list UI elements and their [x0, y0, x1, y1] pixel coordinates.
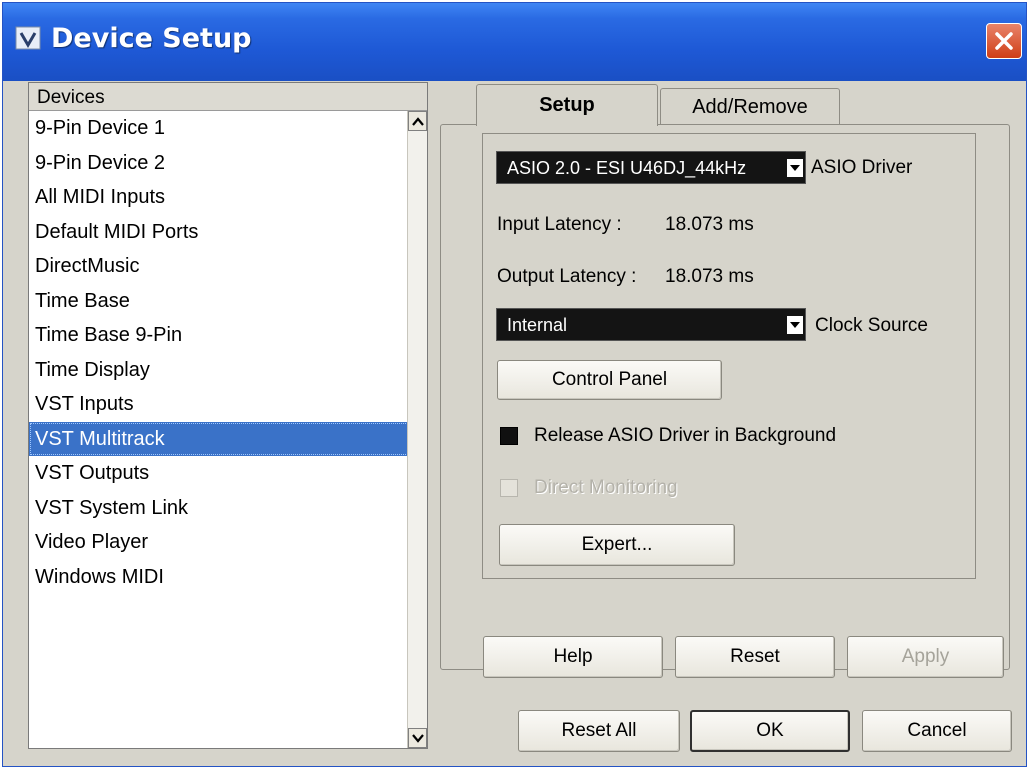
cancel-button[interactable]: Cancel — [862, 710, 1012, 752]
direct-monitoring-checkbox — [500, 479, 518, 497]
close-button[interactable] — [986, 23, 1022, 59]
clock-source-label: Clock Source — [815, 315, 928, 336]
help-button[interactable]: Help — [483, 636, 663, 678]
setup-group-box — [482, 133, 976, 579]
chevron-down-icon — [412, 734, 424, 743]
asio-driver-select[interactable]: ASIO 2.0 - ESI U46DJ_44kHz — [496, 151, 806, 184]
apply-button: Apply — [847, 636, 1004, 678]
device-item[interactable]: Default MIDI Ports — [29, 215, 415, 250]
ok-button[interactable]: OK — [690, 710, 850, 752]
asio-driver-label: ASIO Driver — [811, 157, 913, 178]
expert-button[interactable]: Expert... — [499, 524, 735, 566]
device-item[interactable]: VST Outputs — [29, 456, 415, 491]
title-bar[interactable]: Device Setup — [3, 3, 1026, 81]
release-driver-checkbox[interactable] — [500, 427, 518, 445]
input-latency-value: 18.073 ms — [665, 214, 754, 235]
chevron-up-icon — [412, 117, 424, 126]
output-latency-value: 18.073 ms — [665, 266, 754, 287]
reset-button[interactable]: Reset — [675, 636, 835, 678]
device-list: 9-Pin Device 1 9-Pin Device 2 All MIDI Inp… — [29, 111, 415, 594]
device-item[interactable]: VST System Link — [29, 491, 415, 526]
device-item[interactable]: Time Display — [29, 353, 415, 388]
device-item[interactable]: VST Inputs — [29, 387, 415, 422]
scroll-down-button[interactable] — [408, 728, 427, 748]
devices-header: Devices — [29, 83, 427, 111]
input-latency-label: Input Latency : — [497, 214, 622, 235]
asio-driver-value: ASIO 2.0 - ESI U46DJ_44kHz — [507, 158, 747, 178]
clock-source-value: Internal — [507, 315, 568, 335]
close-icon — [995, 32, 1013, 50]
tab-setup[interactable]: Setup — [476, 84, 658, 126]
vertical-scrollbar[interactable] — [407, 111, 427, 748]
device-item[interactable]: Time Base 9-Pin — [29, 318, 415, 353]
tab-add-remove[interactable]: Add/Remove — [660, 88, 840, 124]
device-item[interactable]: Windows MIDI — [29, 560, 415, 595]
reset-all-button[interactable]: Reset All — [518, 710, 680, 752]
clock-source-select[interactable]: Internal — [496, 308, 806, 341]
release-driver-label: Release ASIO Driver in Background — [534, 425, 837, 446]
dropdown-arrow-icon — [787, 316, 803, 334]
devices-list-box[interactable]: Devices 9-Pin Device 1 9-Pin Device 2 All … — [28, 82, 428, 749]
device-item[interactable]: Video Player — [29, 525, 415, 560]
device-item[interactable]: All MIDI Inputs — [29, 180, 415, 215]
control-panel-button[interactable]: Control Panel — [497, 360, 722, 400]
device-item[interactable]: Time Base — [29, 284, 415, 319]
dropdown-arrow-icon — [787, 159, 803, 177]
device-item[interactable]: 9-Pin Device 2 — [29, 146, 415, 181]
app-icon — [15, 25, 41, 51]
device-item[interactable]: VST Multitrack — [29, 421, 415, 456]
device-item[interactable]: 9-Pin Device 1 — [29, 111, 415, 146]
direct-monitoring-label: Direct Monitoring — [534, 477, 678, 498]
output-latency-label: Output Latency : — [497, 266, 637, 287]
window-title: Device Setup — [51, 23, 252, 54]
device-item[interactable]: DirectMusic — [29, 249, 415, 284]
scroll-up-button[interactable] — [408, 111, 427, 131]
